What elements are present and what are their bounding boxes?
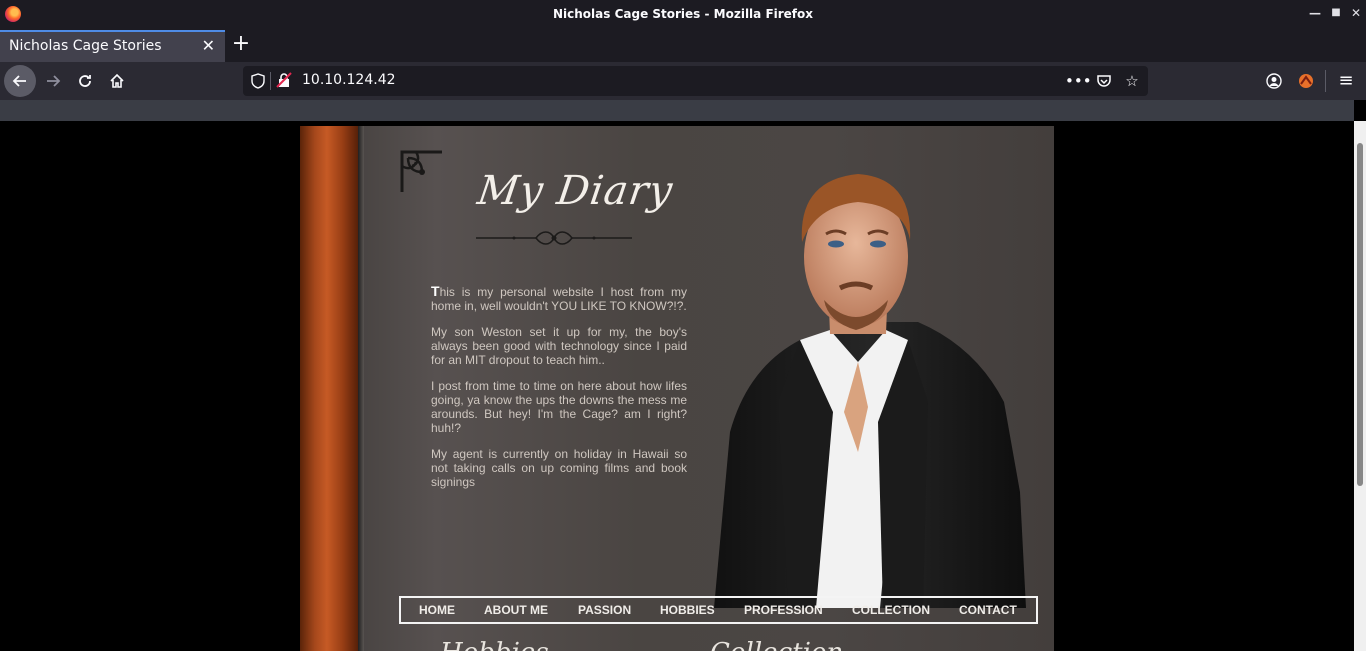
hamburger-menu-icon[interactable]: ≡: [1335, 70, 1357, 92]
menu-item-hobbies[interactable]: HOBBIES: [660, 603, 715, 617]
toolbar-separator: [1325, 70, 1326, 92]
menu-item-collection[interactable]: COLLECTION: [852, 603, 930, 617]
minimize-icon[interactable]: —: [1307, 5, 1323, 21]
page-title: My Diary: [474, 168, 676, 214]
menu-item-profession[interactable]: PROFESSION: [744, 603, 823, 617]
navigation-toolbar: 10.10.124.42 ••• ☆ ≡: [0, 62, 1366, 100]
arrow-right-icon: [47, 75, 61, 87]
story-paragraph: I post from time to time on here about h…: [431, 379, 687, 435]
tab-nicholas-cage-stories[interactable]: Nicholas Cage Stories ✕: [0, 30, 225, 62]
bookmark-star-icon[interactable]: ☆: [1122, 71, 1142, 91]
tab-label: Nicholas Cage Stories: [9, 38, 162, 54]
close-tab-icon[interactable]: ✕: [202, 36, 215, 55]
url-bar[interactable]: 10.10.124.42 ••• ☆: [243, 66, 1148, 96]
window-titlebar: Nicholas Cage Stories - Mozilla Firefox …: [0, 0, 1366, 28]
flourish-ornament-icon: [476, 231, 632, 245]
story-paragraph: My son Weston set it up for my, the boy'…: [431, 325, 687, 367]
forward-button[interactable]: [38, 66, 68, 96]
url-separator: [270, 72, 271, 90]
home-button[interactable]: [102, 66, 132, 96]
page-actions-more-icon[interactable]: •••: [1065, 71, 1092, 91]
url-text[interactable]: 10.10.124.42: [302, 72, 396, 88]
extension-icon[interactable]: [1295, 70, 1317, 92]
story-paragraph: This is my personal website I host from …: [431, 283, 687, 313]
account-icon[interactable]: [1263, 70, 1285, 92]
book-spine-edge: [358, 126, 364, 651]
story-paragraph: My agent is currently on holiday in Hawa…: [431, 447, 687, 489]
page-top-strip: [0, 100, 1354, 121]
page-content: My Diary This is my personal website I h…: [0, 100, 1354, 651]
reload-icon: [79, 75, 91, 87]
menu-item-contact[interactable]: CONTACT: [959, 603, 1017, 617]
drop-cap: T: [431, 283, 440, 299]
diary-book: My Diary This is my personal website I h…: [300, 126, 1054, 651]
close-window-icon[interactable]: ✕: [1348, 5, 1364, 21]
window-title: Nicholas Cage Stories - Mozilla Firefox: [552, 7, 814, 21]
scrollbar-thumb[interactable]: [1357, 143, 1363, 486]
menu-item-passion[interactable]: PASSION: [578, 603, 631, 617]
menu-item-about-me[interactable]: ABOUT ME: [484, 603, 548, 617]
pocket-icon[interactable]: [1094, 71, 1114, 91]
tracking-protection-shield-icon[interactable]: [251, 73, 265, 89]
portrait-photo: [714, 174, 1026, 608]
back-button[interactable]: [4, 65, 36, 97]
main-menu: HOME ABOUT ME PASSION HOBBIES PROFESSION…: [399, 596, 1038, 624]
new-tab-button[interactable]: +: [230, 31, 252, 57]
tab-strip: Nicholas Cage Stories ✕ +: [0, 28, 1366, 62]
collection-heading: Collection: [710, 638, 843, 651]
hobbies-heading: Hobbies: [440, 638, 549, 651]
reload-button[interactable]: [70, 66, 100, 96]
maximize-icon[interactable]: ■: [1328, 5, 1344, 21]
insecure-lock-icon[interactable]: [276, 72, 292, 88]
corner-ornament-icon: [400, 150, 442, 192]
menu-item-home[interactable]: HOME: [419, 603, 455, 617]
arrow-left-icon: [12, 75, 26, 87]
home-icon: [110, 73, 124, 88]
book-spine: [300, 126, 360, 651]
story-text: This is my personal website I host from …: [431, 284, 687, 501]
page-scrollbar[interactable]: [1354, 121, 1366, 651]
